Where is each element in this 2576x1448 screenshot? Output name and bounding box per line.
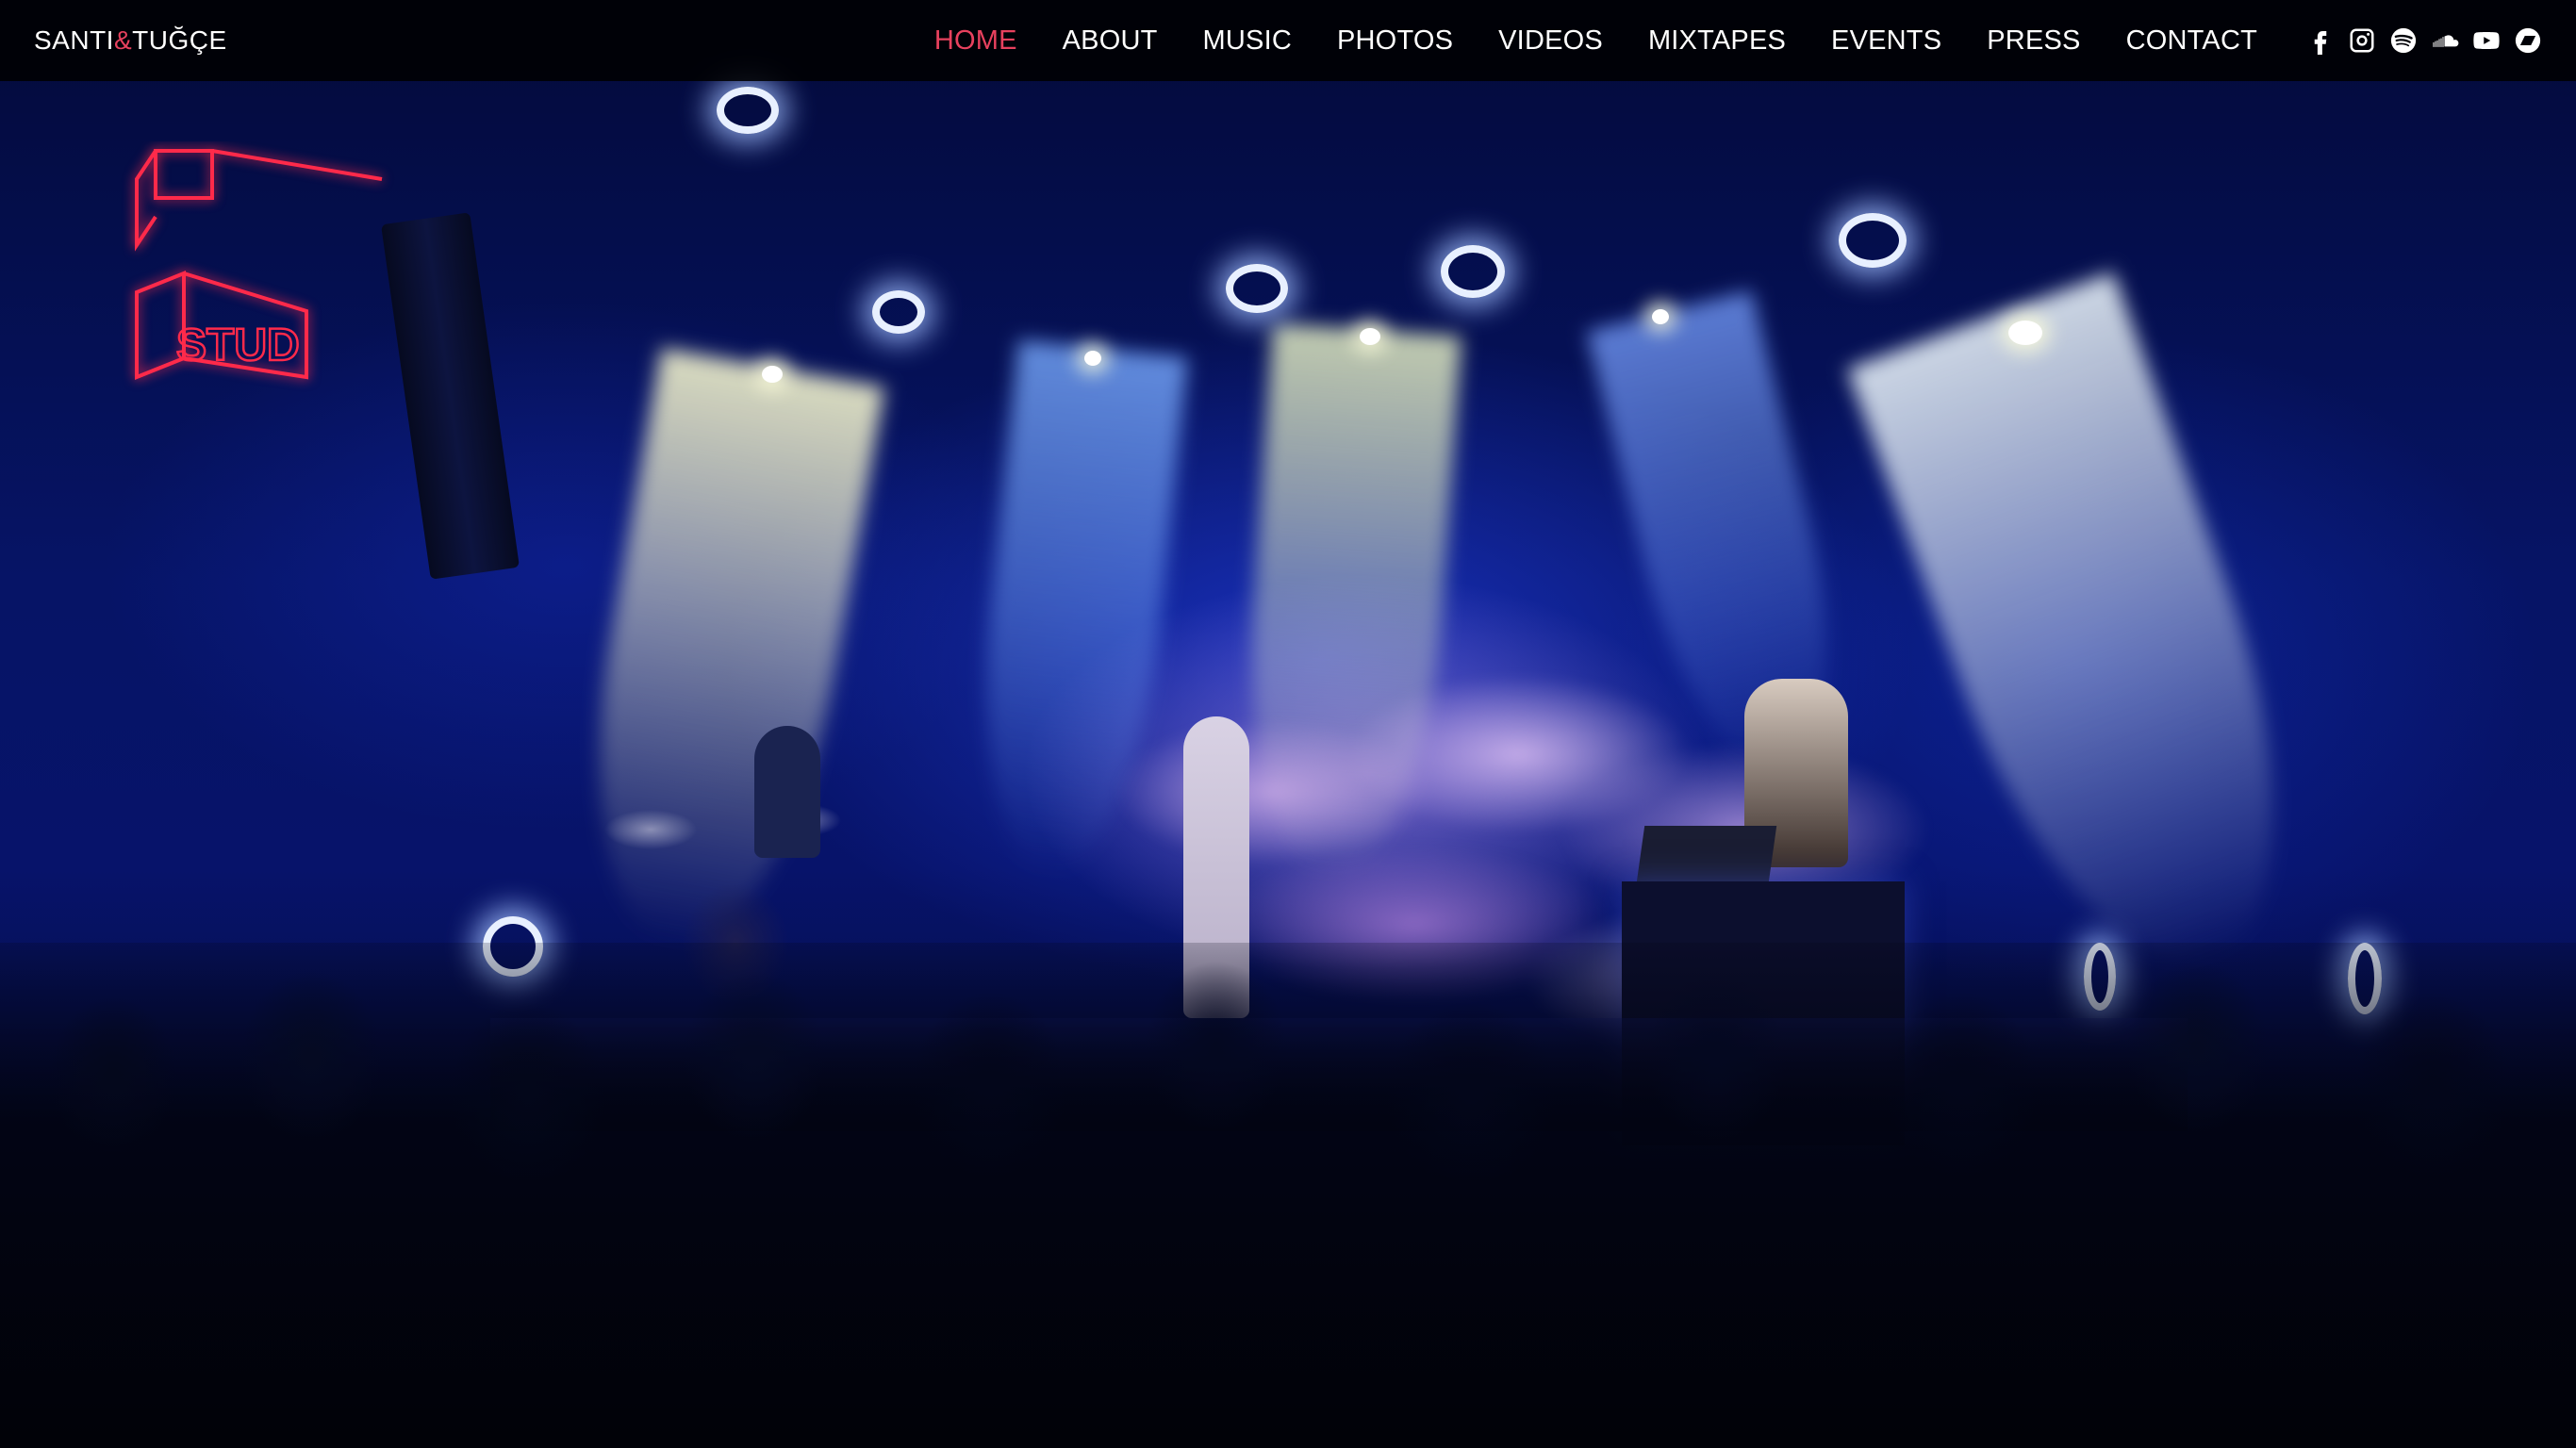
laptop [1636,826,1777,882]
spotify-icon[interactable] [2389,26,2418,55]
youtube-icon[interactable] [2472,26,2501,55]
bandcamp-icon[interactable] [2514,26,2542,55]
nav-link-photos[interactable]: PHOTOS [1337,25,1453,57]
crowd-silhouettes [0,943,2576,1448]
nav-link-videos[interactable]: VIDEOS [1498,25,1603,57]
spot-light [2008,321,2042,345]
performer-drummer [754,726,820,858]
hero-background-image: STUD [0,0,2576,1448]
nav-link-press[interactable]: PRESS [1987,25,2080,57]
spot-light [1360,328,1380,345]
facebook-icon[interactable] [2306,26,2335,55]
stage-light [717,87,779,134]
soundcloud-icon[interactable] [2431,26,2459,55]
logo-name-left: SANTI [34,25,114,55]
site-logo[interactable]: SANTI&TUĞÇE [34,25,227,56]
logo-name-right: TUĞÇE [132,25,227,55]
stage-light [1441,245,1505,298]
stage-light [1839,213,1907,268]
stage-light [1226,264,1288,313]
spot-light [762,366,783,383]
spot-light [1652,309,1669,324]
spot-light [1084,351,1101,366]
nav-link-about[interactable]: ABOUT [1063,25,1158,57]
instagram-icon[interactable] [2348,26,2376,55]
nav-links: HOME ABOUT MUSIC PHOTOS VIDEOS MIXTAPES … [889,25,2257,57]
nav-link-events[interactable]: EVENTS [1831,25,1941,57]
nav-link-home[interactable]: HOME [934,25,1017,57]
nav-link-mixtapes[interactable]: MIXTAPES [1648,25,1786,57]
logo-ampersand: & [113,25,133,55]
nav-link-contact[interactable]: CONTACT [2126,25,2257,57]
stage-light [872,290,925,334]
neon-sign-text: STUD [176,321,300,370]
social-links [2306,26,2542,55]
neon-sign: STUD [135,149,383,380]
nav-link-music[interactable]: MUSIC [1203,25,1292,57]
top-navigation-bar: SANTI&TUĞÇE HOME ABOUT MUSIC PHOTOS VIDE… [0,0,2576,81]
